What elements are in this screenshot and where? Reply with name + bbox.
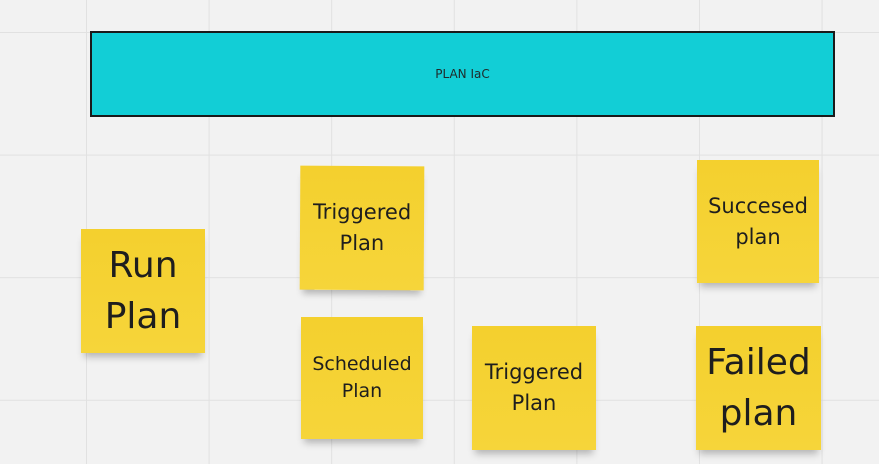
sticky-note-text: Triggered Plan — [312, 199, 412, 256]
whiteboard-canvas[interactable]: PLAN IaC Run Plan Triggered Plan Schedul… — [0, 0, 879, 464]
sticky-note-text: Triggered Plan — [484, 360, 584, 415]
sticky-note-triggered-plan[interactable]: Triggered Plan — [299, 165, 425, 291]
sticky-note-scheduled-plan[interactable]: Scheduled Plan — [301, 317, 423, 439]
sticky-note-triggered-plan-2[interactable]: Triggered Plan — [472, 326, 596, 450]
plan-iac-banner[interactable]: PLAN IaC — [90, 31, 835, 117]
sticky-note-text: Run Plan — [104, 245, 182, 337]
sticky-note-failed-plan[interactable]: Failed plan — [696, 326, 821, 450]
banner-label: PLAN IaC — [435, 67, 490, 81]
sticky-note-text: Succesed plan — [708, 193, 808, 249]
sticky-note-succeeded-plan[interactable]: Succesed plan — [697, 160, 819, 283]
sticky-note-run-plan[interactable]: Run Plan — [81, 229, 205, 353]
sticky-note-text: Scheduled Plan — [312, 353, 412, 402]
sticky-note-text: Failed plan — [706, 342, 811, 434]
